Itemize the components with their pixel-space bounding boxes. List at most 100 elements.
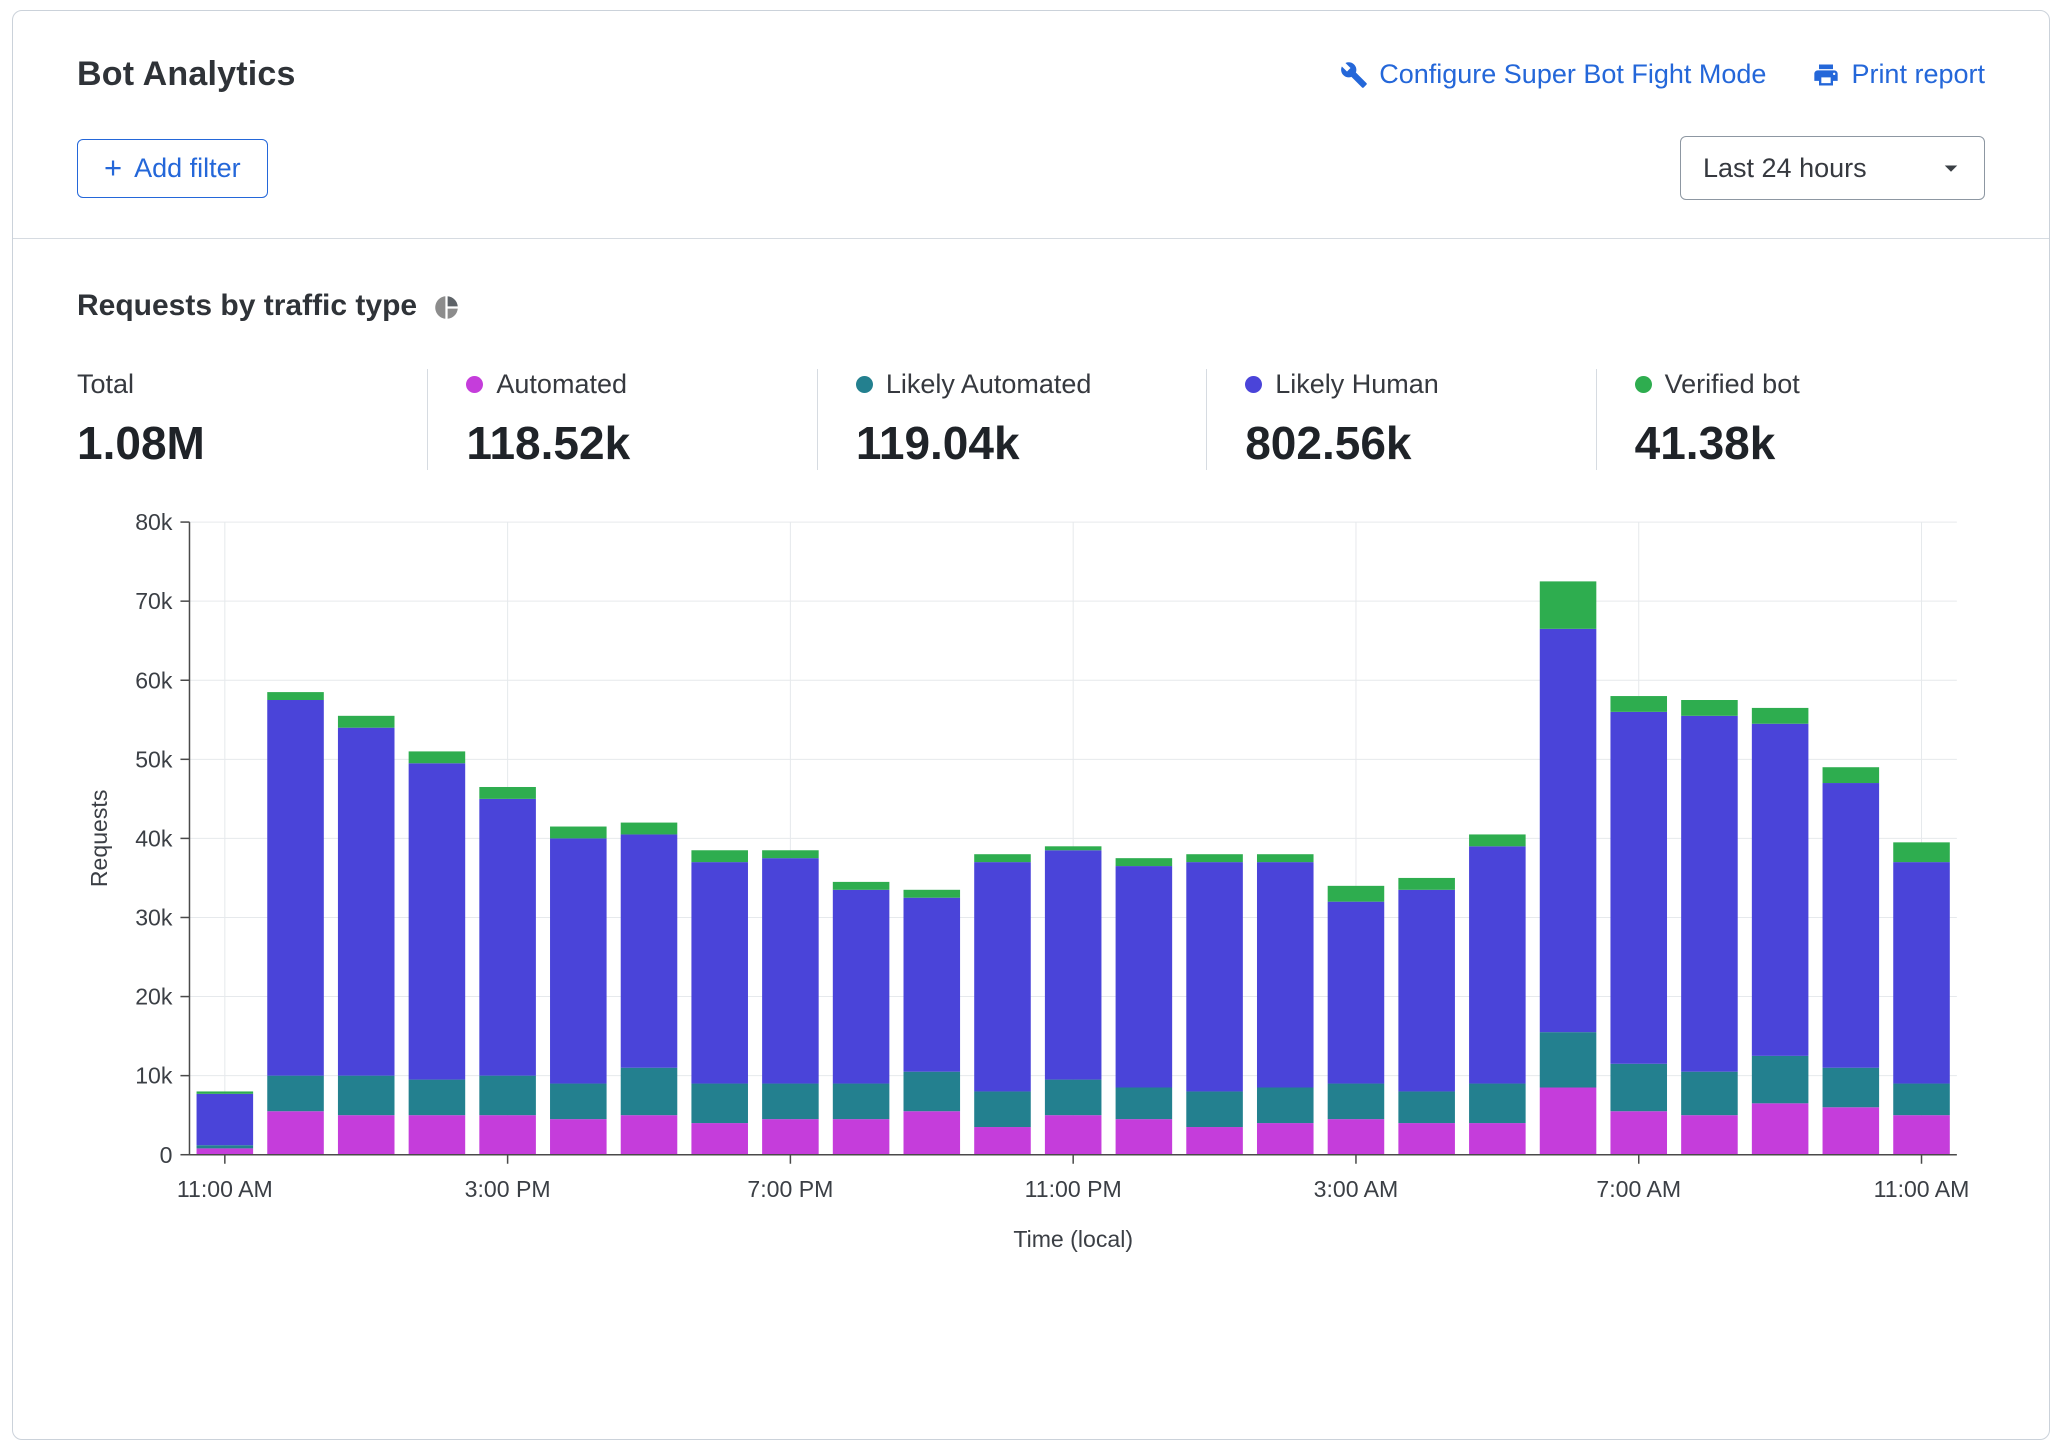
bar-segment[interactable] — [197, 1148, 254, 1154]
bar-segment[interactable] — [691, 850, 748, 862]
bar-segment[interactable] — [1045, 1115, 1102, 1155]
bar-segment[interactable] — [550, 1119, 607, 1155]
bar-segment[interactable] — [1328, 902, 1385, 1084]
bar-segment[interactable] — [762, 1084, 819, 1120]
bar-segment[interactable] — [1469, 1084, 1526, 1124]
bar-segment[interactable] — [550, 1084, 607, 1120]
bar-segment[interactable] — [267, 1111, 324, 1154]
bar-segment[interactable] — [1469, 846, 1526, 1083]
bar-segment[interactable] — [1752, 724, 1809, 1056]
bar-segment[interactable] — [1540, 1087, 1597, 1154]
bar-segment[interactable] — [1398, 1123, 1455, 1155]
bar-segment[interactable] — [197, 1091, 254, 1093]
bar-segment[interactable] — [338, 716, 395, 728]
bar-segment[interactable] — [1257, 1123, 1314, 1155]
bar-segment[interactable] — [1681, 1115, 1738, 1155]
bar-segment[interactable] — [1116, 1087, 1173, 1119]
bar-segment[interactable] — [621, 823, 678, 835]
bar-segment[interactable] — [1610, 1111, 1667, 1154]
bar-segment[interactable] — [1469, 1123, 1526, 1155]
bar-segment[interactable] — [621, 834, 678, 1067]
bar-segment[interactable] — [904, 1111, 961, 1154]
bar-segment[interactable] — [691, 1084, 748, 1124]
bar-segment[interactable] — [904, 1072, 961, 1112]
time-range-select[interactable]: Last 24 hours — [1680, 136, 1985, 200]
bar-segment[interactable] — [1045, 846, 1102, 850]
bar-segment[interactable] — [1823, 783, 1880, 1068]
bar-segment[interactable] — [1752, 1056, 1809, 1103]
bar-segment[interactable] — [1610, 696, 1667, 712]
bar-segment[interactable] — [1398, 890, 1455, 1092]
bar-segment[interactable] — [621, 1068, 678, 1115]
bar-segment[interactable] — [904, 898, 961, 1072]
bar-segment[interactable] — [691, 862, 748, 1083]
bar-segment[interactable] — [550, 838, 607, 1083]
bar-segment[interactable] — [409, 751, 466, 763]
bar-segment[interactable] — [1823, 1107, 1880, 1154]
bar-segment[interactable] — [904, 890, 961, 898]
bar-segment[interactable] — [833, 882, 890, 890]
bar-segment[interactable] — [1398, 1091, 1455, 1123]
bar-segment[interactable] — [833, 890, 890, 1084]
bar-segment[interactable] — [1116, 866, 1173, 1087]
bar-segment[interactable] — [197, 1094, 254, 1145]
bar-segment[interactable] — [974, 862, 1031, 1091]
bar-segment[interactable] — [974, 1091, 1031, 1127]
bar-segment[interactable] — [1893, 1084, 1950, 1116]
print-report-link[interactable]: Print report — [1812, 59, 1985, 90]
bar-segment[interactable] — [409, 1080, 466, 1116]
bar-segment[interactable] — [338, 1115, 395, 1155]
bar-segment[interactable] — [1398, 878, 1455, 890]
bar-segment[interactable] — [550, 827, 607, 839]
bar-segment[interactable] — [1540, 581, 1597, 628]
bar-segment[interactable] — [1328, 1119, 1385, 1155]
bar-segment[interactable] — [338, 1076, 395, 1116]
bar-segment[interactable] — [1186, 854, 1243, 862]
bar-segment[interactable] — [1186, 1091, 1243, 1127]
add-filter-button[interactable]: + Add filter — [77, 139, 268, 198]
bar-segment[interactable] — [409, 763, 466, 1079]
bar-segment[interactable] — [762, 850, 819, 858]
bar-segment[interactable] — [1045, 850, 1102, 1079]
bar-segment[interactable] — [1257, 1087, 1314, 1123]
bar-segment[interactable] — [479, 787, 536, 799]
bar-segment[interactable] — [267, 1076, 324, 1112]
bar-segment[interactable] — [267, 700, 324, 1076]
bar-segment[interactable] — [1610, 1064, 1667, 1111]
configure-super-bot-fight-mode-link[interactable]: Configure Super Bot Fight Mode — [1340, 59, 1766, 90]
bar-segment[interactable] — [1752, 708, 1809, 724]
bar-segment[interactable] — [409, 1115, 466, 1155]
bar-segment[interactable] — [479, 1115, 536, 1155]
bar-segment[interactable] — [1186, 862, 1243, 1091]
bar-segment[interactable] — [1540, 629, 1597, 1032]
bar-segment[interactable] — [1610, 712, 1667, 1064]
bar-segment[interactable] — [1823, 767, 1880, 783]
bar-segment[interactable] — [197, 1145, 254, 1148]
bar-segment[interactable] — [1752, 1103, 1809, 1154]
bar-segment[interactable] — [1328, 886, 1385, 902]
bar-segment[interactable] — [1116, 1119, 1173, 1155]
bar-segment[interactable] — [621, 1115, 678, 1155]
bar-segment[interactable] — [1823, 1068, 1880, 1108]
bar-segment[interactable] — [1045, 1080, 1102, 1116]
bar-segment[interactable] — [762, 1119, 819, 1155]
bar-segment[interactable] — [691, 1123, 748, 1155]
bar-segment[interactable] — [1328, 1084, 1385, 1120]
bar-segment[interactable] — [762, 858, 819, 1083]
bar-segment[interactable] — [974, 854, 1031, 862]
bar-segment[interactable] — [1681, 716, 1738, 1072]
bar-segment[interactable] — [1116, 858, 1173, 866]
bar-segment[interactable] — [338, 728, 395, 1076]
bar-segment[interactable] — [1469, 834, 1526, 846]
bar-segment[interactable] — [267, 692, 324, 700]
bar-segment[interactable] — [833, 1119, 890, 1155]
bar-segment[interactable] — [833, 1084, 890, 1120]
bar-segment[interactable] — [479, 1076, 536, 1116]
bar-segment[interactable] — [1893, 862, 1950, 1083]
bar-segment[interactable] — [1257, 854, 1314, 862]
bar-segment[interactable] — [1257, 862, 1314, 1087]
bar-segment[interactable] — [1681, 1072, 1738, 1115]
bar-segment[interactable] — [1893, 842, 1950, 862]
bar-segment[interactable] — [479, 799, 536, 1076]
bar-segment[interactable] — [1681, 700, 1738, 716]
